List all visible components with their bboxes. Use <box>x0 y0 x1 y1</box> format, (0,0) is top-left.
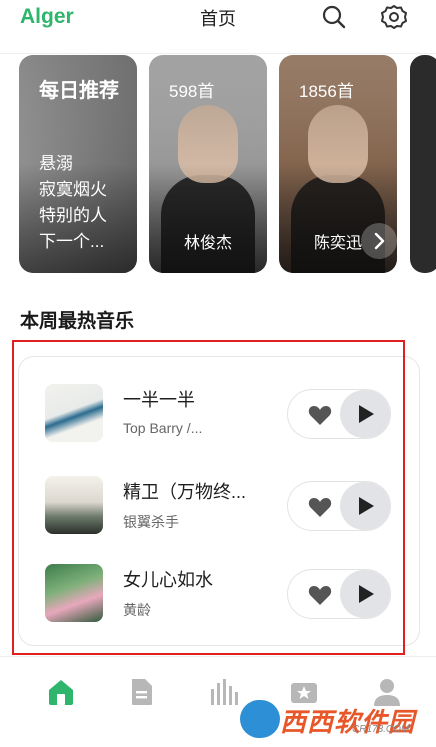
daily-song: 下一个... <box>39 232 105 251</box>
chevron-right-icon <box>374 232 385 250</box>
featured-carousel[interactable]: 每日推荐 悬溺 寂寞烟火 特别的人 下一个... 598首 林俊杰 1856首 … <box>0 55 436 275</box>
daily-song-list: 悬溺 寂寞烟火 特别的人 下一个... <box>39 151 135 255</box>
watermark-logo <box>240 700 280 738</box>
artist-card-lin-junjie[interactable]: 598首 林俊杰 <box>149 55 267 273</box>
selection-highlight <box>12 340 405 655</box>
page-title: 首页 <box>200 9 236 29</box>
document-icon[interactable] <box>127 677 157 707</box>
artist-song-count: 598首 <box>169 82 215 101</box>
daily-song: 寂寞烟火 <box>39 180 107 199</box>
charts-icon[interactable] <box>208 677 238 707</box>
home-icon[interactable] <box>46 677 76 707</box>
top-bar: Alger 首页 <box>0 0 436 54</box>
section-title: 本周最热音乐 <box>20 311 135 332</box>
artist-name: 林俊杰 <box>183 235 232 252</box>
artist-card-next[interactable] <box>410 55 436 273</box>
watermark-subtext: CR173.COM <box>352 724 410 735</box>
search-icon[interactable] <box>321 4 347 30</box>
next-arrow-button[interactable] <box>361 223 397 259</box>
daily-song: 悬溺 <box>39 154 73 173</box>
daily-recommend-title: 每日推荐 <box>39 80 119 102</box>
gear-icon[interactable] <box>381 4 407 30</box>
daily-song: 特别的人 <box>39 206 107 225</box>
daily-recommend-card[interactable]: 每日推荐 悬溺 寂寞烟火 特别的人 下一个... <box>19 55 137 273</box>
artist-song-count: 1856首 <box>299 82 354 101</box>
artist-card-chen-yixun[interactable]: 1856首 陈奕迅 <box>279 55 397 273</box>
watermark: 西西软件园 CR173.COM <box>240 698 430 740</box>
